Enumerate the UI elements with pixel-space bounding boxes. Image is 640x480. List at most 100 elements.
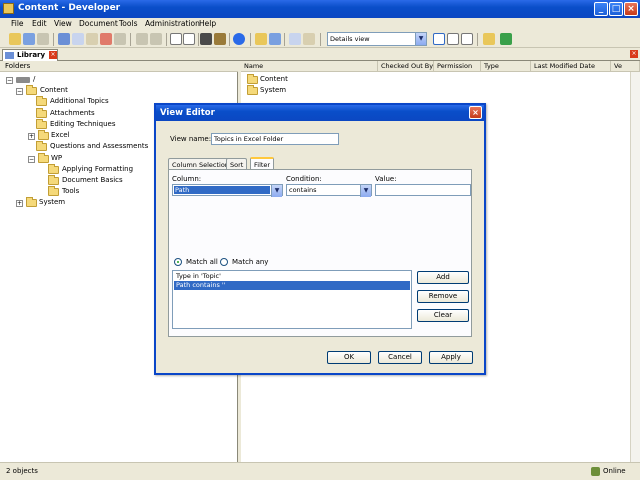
tab-library[interactable]: Library × (2, 49, 58, 61)
menu-administration[interactable]: Administration (145, 19, 200, 28)
filter-row[interactable]: Type in 'Topic' (174, 272, 410, 281)
details-view-icon[interactable] (433, 33, 445, 45)
toolbar-separator (130, 33, 131, 46)
close-pane-icon[interactable]: × (630, 50, 638, 58)
expand-icon[interactable]: + (16, 200, 23, 207)
paste-icon[interactable] (86, 33, 98, 45)
column-header-permission[interactable]: Permission (434, 61, 481, 72)
rename-icon[interactable] (114, 33, 126, 45)
apply-button[interactable]: Apply (429, 351, 473, 364)
toolbar-separator (166, 33, 167, 46)
dialog-title-bar: View Editor × (156, 105, 484, 121)
cancel-button[interactable]: Cancel (378, 351, 422, 364)
collapse-icon[interactable]: − (16, 88, 23, 95)
tree-item-label: Tools (62, 187, 80, 195)
view-select[interactable]: Details view ▼ (327, 32, 427, 46)
folder-icon (26, 85, 37, 95)
dialog-close-button[interactable]: × (469, 106, 482, 119)
column-header-checked-out-by[interactable]: Checked Out By (378, 61, 434, 72)
tree-item-label: System (39, 198, 66, 206)
menu-tools[interactable]: Tools (119, 19, 137, 28)
delete-icon[interactable] (100, 33, 112, 45)
properties-icon[interactable] (37, 33, 49, 45)
cut-icon[interactable] (58, 33, 70, 45)
column-header-last-modified-date[interactable]: Last Modified Date (531, 61, 611, 72)
tree-item-label: WP (51, 154, 63, 162)
copy-icon[interactable] (72, 33, 84, 45)
value-input[interactable] (375, 184, 471, 196)
menu-help[interactable]: Help (199, 19, 216, 28)
save-icon[interactable] (23, 33, 35, 45)
spell-check-icon[interactable] (214, 33, 226, 45)
add-button[interactable]: Add (417, 271, 469, 284)
help-icon[interactable] (233, 33, 245, 45)
column-header-name[interactable]: Name (241, 61, 378, 72)
list-item-name: Content (260, 75, 288, 83)
new-folder-icon[interactable] (9, 33, 21, 45)
collapse-icon[interactable]: − (28, 156, 35, 163)
refresh-icon[interactable] (500, 33, 512, 45)
tree-item-document-basics[interactable]: Document Basics (48, 175, 168, 186)
chevron-down-icon[interactable]: ▼ (271, 185, 282, 197)
match-any-label: Match any (232, 258, 269, 266)
collapse-icon[interactable]: − (6, 77, 13, 84)
list-view-icon[interactable] (461, 33, 473, 45)
tree-item-label: Additional Topics (50, 97, 109, 105)
menu-document[interactable]: Document (79, 19, 118, 28)
list-item[interactable]: System (247, 85, 367, 96)
redo-icon[interactable] (150, 33, 162, 45)
tree-item-tools[interactable]: Tools (48, 186, 128, 197)
menu-edit[interactable]: Edit (32, 19, 47, 28)
vertical-scrollbar[interactable] (630, 72, 640, 462)
check-in-icon[interactable] (289, 33, 301, 45)
tree-root[interactable]: − / (6, 74, 46, 85)
match-all-radio[interactable] (174, 258, 182, 266)
folder-up-icon[interactable] (255, 33, 267, 45)
maximize-button[interactable]: □ (609, 2, 623, 16)
tree-item-additional-topics[interactable]: Additional Topics (36, 96, 156, 107)
column-select[interactable]: Path ▼ (172, 184, 283, 197)
tree-item-system[interactable]: + System (16, 197, 96, 208)
folder-icon (48, 164, 59, 174)
close-tab-icon[interactable]: × (49, 51, 57, 59)
condition-select-value: contains (289, 186, 317, 194)
split-view-icon[interactable] (447, 33, 459, 45)
tree-item-editing-techniques[interactable]: Editing Techniques (36, 119, 156, 130)
collapse-icon[interactable] (183, 33, 195, 45)
list-item[interactable]: Content (247, 74, 367, 85)
undo-icon[interactable] (136, 33, 148, 45)
column-header-version[interactable]: Ve (611, 61, 640, 72)
toolbar-separator (229, 33, 230, 46)
chevron-down-icon[interactable]: ▼ (360, 185, 371, 197)
column-header-type[interactable]: Type (481, 61, 531, 72)
minimize-button[interactable]: _ (594, 2, 608, 16)
ok-button[interactable]: OK (327, 351, 371, 364)
filter-row-selected[interactable]: Path contains '' (174, 281, 410, 290)
link-icon[interactable] (269, 33, 281, 45)
toolbar-separator (250, 33, 251, 46)
match-any-radio[interactable] (220, 258, 228, 266)
condition-select[interactable]: contains ▼ (286, 184, 372, 197)
menu-file[interactable]: File (11, 19, 24, 28)
expand-icon[interactable]: + (28, 133, 35, 140)
tree-item-excel[interactable]: + Excel (28, 130, 128, 141)
tree-item-attachments[interactable]: Attachments (36, 108, 156, 119)
clear-button[interactable]: Clear (417, 309, 469, 322)
remove-button[interactable]: Remove (417, 290, 469, 303)
tree-item-applying-formatting[interactable]: Applying Formatting (48, 164, 168, 175)
publish-icon[interactable] (483, 33, 495, 45)
close-button[interactable]: × (624, 2, 638, 16)
check-out-icon[interactable] (303, 33, 315, 45)
tree-item-content[interactable]: − Content (16, 85, 106, 96)
tree-item-label: Editing Techniques (50, 120, 116, 128)
chevron-down-icon[interactable]: ▼ (415, 33, 426, 45)
tree-item-label: Excel (51, 131, 70, 139)
expand-icon[interactable] (170, 33, 182, 45)
view-name-input[interactable]: Topics in Excel Folder (211, 133, 339, 145)
menu-view[interactable]: View (54, 19, 72, 28)
folder-icon (38, 130, 49, 140)
find-icon[interactable] (200, 33, 212, 45)
filter-list[interactable]: Type in 'Topic' Path contains '' (172, 270, 412, 329)
tree-item-wp[interactable]: − WP (28, 153, 108, 164)
tree-item-label: Content (40, 86, 68, 94)
